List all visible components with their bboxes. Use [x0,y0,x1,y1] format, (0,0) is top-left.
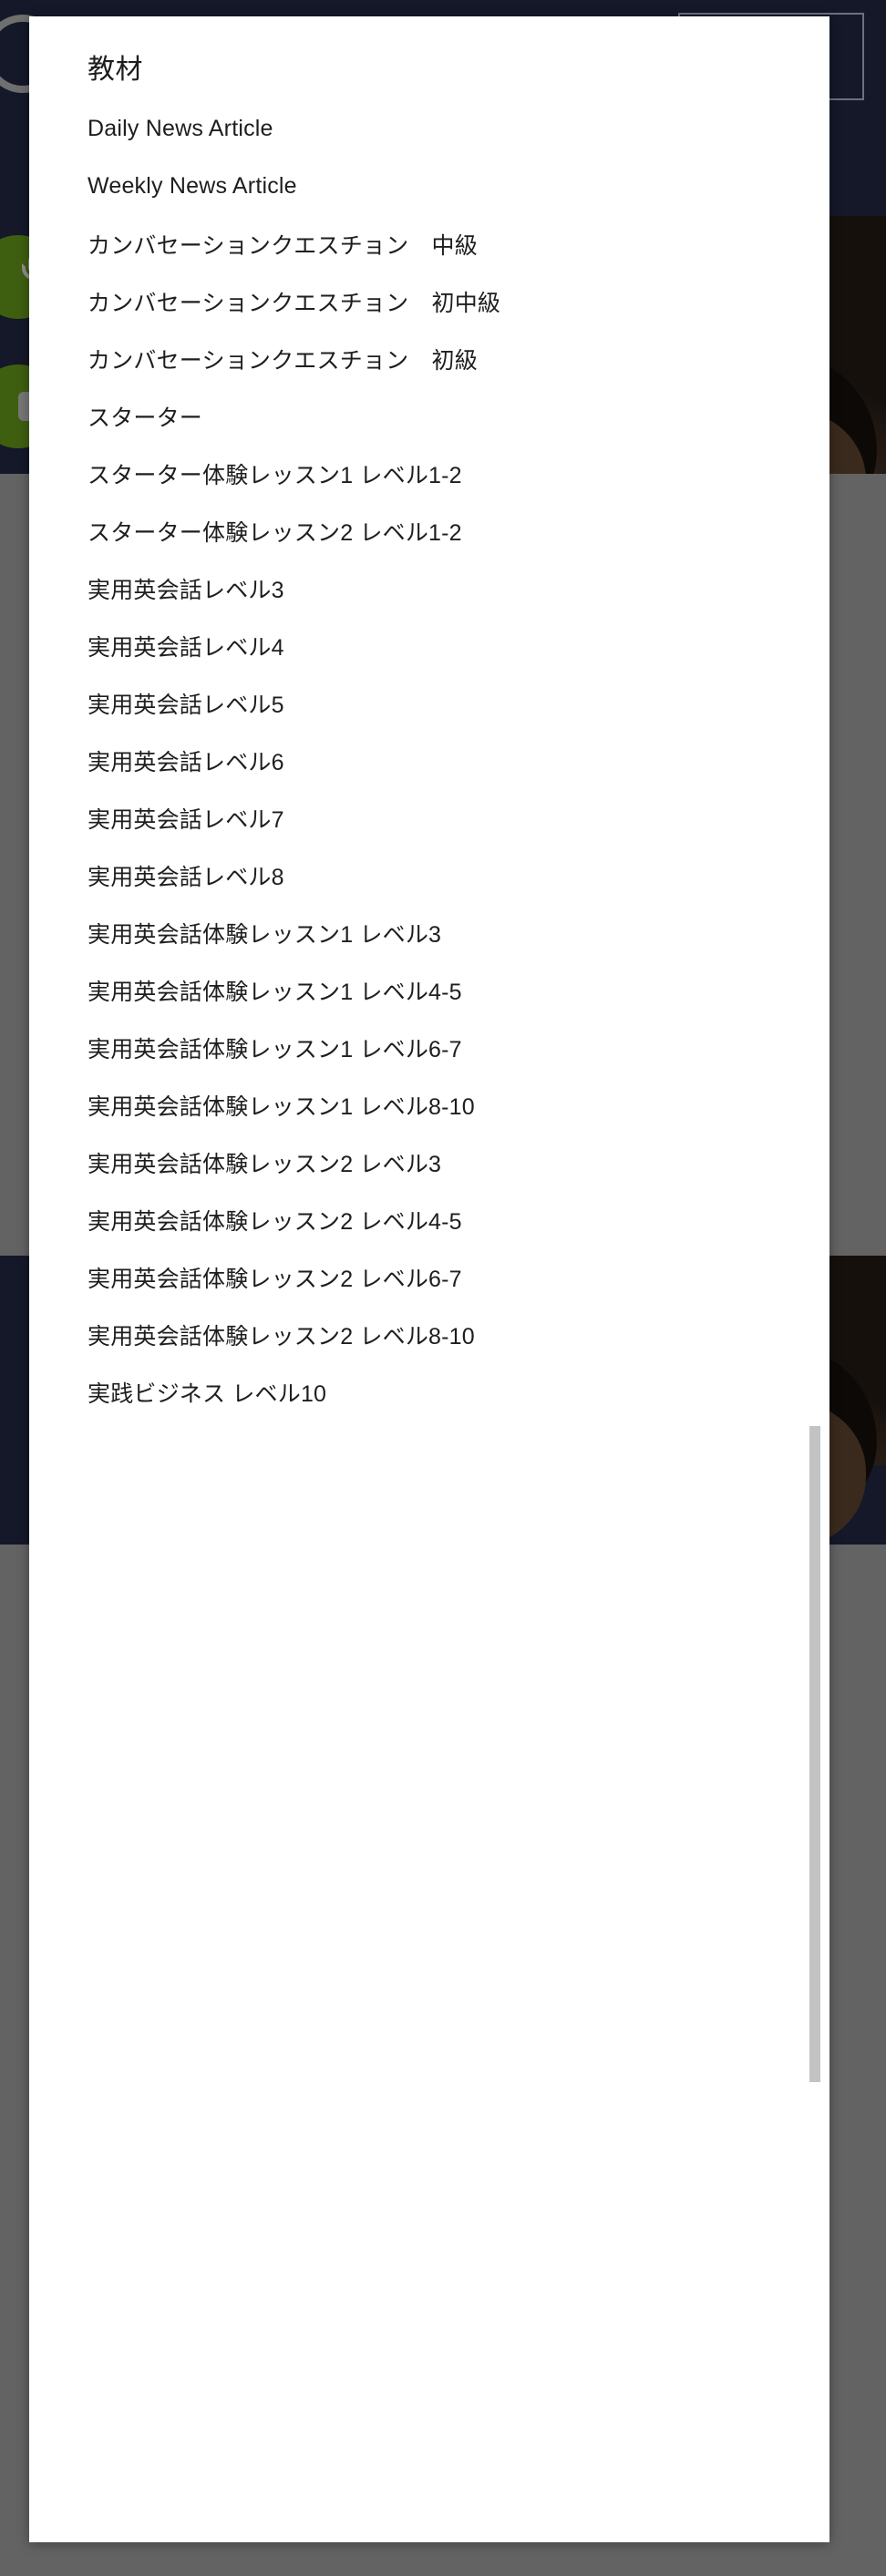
list-item[interactable]: 実践ビジネス レベル10 [29,1363,829,1421]
list-item[interactable]: カンバセーションクエスチョン 初級 [29,330,829,387]
list-item[interactable]: スターター [29,387,829,445]
list-item[interactable]: 実用英会話体験レッスン1 レベル4-5 [29,961,829,1019]
materials-dialog: 教材 Daily News Article Weekly News Article… [29,16,829,2542]
list-item[interactable]: 実用英会話レベル4 [29,617,829,674]
dialog-scrollbar-track[interactable] [809,16,820,2542]
list-item[interactable]: 実用英会話レベル8 [29,847,829,904]
list-item[interactable]: 実用英会話体験レッスン2 レベル3 [29,1134,829,1191]
list-item[interactable]: スターター体験レッスン2 レベル1-2 [29,502,829,559]
list-item[interactable]: 実用英会話レベル5 [29,674,829,732]
materials-list: Daily News Article Weekly News Article カンバ… [29,100,829,1421]
list-item[interactable]: 実用英会話体験レッスン2 レベル4-5 [29,1191,829,1248]
list-item[interactable]: 実用英会話体験レッスン1 レベル3 [29,904,829,961]
list-item[interactable]: 実用英会話体験レッスン1 レベル8-10 [29,1076,829,1134]
list-item[interactable]: 実用英会話レベル7 [29,789,829,847]
list-item[interactable]: スターター体験レッスン1 レベル1-2 [29,445,829,502]
list-item[interactable]: Daily News Article [29,100,829,158]
page-title: 教材 [88,55,143,85]
list-item[interactable]: 実用英会話体験レッスン2 レベル8-10 [29,1306,829,1363]
list-item[interactable]: 実用英会話体験レッスン1 レベル6-7 [29,1019,829,1076]
list-item[interactable]: カンバセーションクエスチョン 中級 [29,215,829,272]
list-item[interactable]: 実用英会話レベル3 [29,559,829,617]
dialog-scrollbar-thumb[interactable] [809,1426,820,2082]
list-item[interactable]: カンバセーションクエスチョン 初中級 [29,272,829,330]
list-item[interactable]: 実用英会話体験レッスン2 レベル6-7 [29,1248,829,1306]
list-item[interactable]: Weekly News Article [29,158,829,215]
list-item[interactable]: 実用英会話レベル6 [29,732,829,789]
